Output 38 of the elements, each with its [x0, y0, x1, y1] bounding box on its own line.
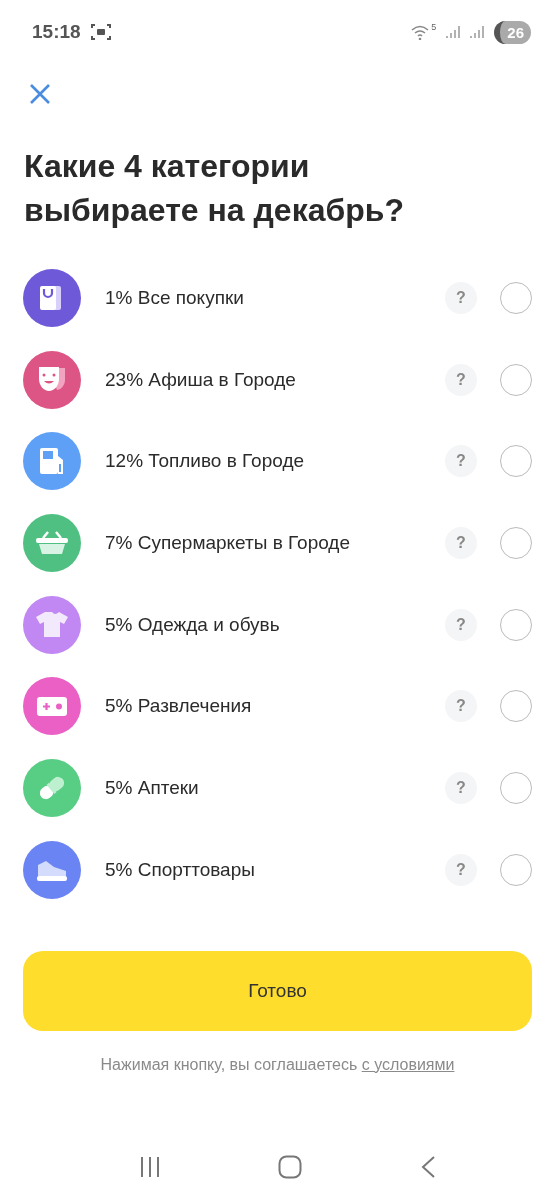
radio-button[interactable] — [500, 281, 532, 314]
help-button[interactable]: ? — [445, 771, 477, 804]
help-button[interactable]: ? — [445, 445, 477, 478]
radio-button[interactable] — [500, 771, 532, 804]
category-label: 12% Топливо в Городе — [105, 450, 306, 473]
radio-button[interactable] — [500, 363, 532, 396]
category-label: 7% Супермаркеты в Городе — [105, 531, 351, 554]
category-label: 5% Спорттовары — [105, 858, 256, 881]
back-icon[interactable] — [420, 1155, 437, 1179]
home-icon[interactable] — [278, 1155, 303, 1179]
help-button[interactable]: ? — [445, 281, 477, 314]
terms-link[interactable]: с условиями — [361, 1055, 455, 1073]
close-icon — [29, 83, 51, 105]
signal-icon — [470, 25, 485, 39]
category-label: 23% Афиша в Городе — [105, 368, 297, 391]
footnote-text: Нажимая кнопку, вы соглашаетесь — [100, 1055, 358, 1073]
screenshot-icon — [90, 23, 111, 41]
done-button[interactable]: Готово — [23, 950, 532, 1031]
radio-button[interactable] — [500, 608, 532, 641]
category-label: 5% Развлечения — [105, 695, 253, 718]
network-type-label: 5 — [431, 22, 437, 32]
help-button[interactable]: ? — [445, 526, 477, 559]
help-button[interactable]: ? — [445, 853, 477, 886]
category-label: 5% Одежда и обувь — [105, 613, 281, 636]
status-time: 15:18 — [32, 21, 81, 43]
radio-button[interactable] — [500, 690, 532, 723]
radio-button[interactable] — [500, 445, 532, 478]
help-button[interactable]: ? — [445, 363, 477, 396]
help-button[interactable]: ? — [445, 608, 477, 641]
category-label: 1% Все покупки — [105, 286, 245, 309]
battery-indicator: 26 — [494, 20, 531, 44]
signal-icon — [446, 25, 461, 39]
page-title: Какие 4 категории выбираете на декабрь? — [24, 147, 405, 230]
help-button[interactable]: ? — [445, 690, 477, 723]
category-label: 5% Аптеки — [105, 776, 200, 799]
radio-button[interactable] — [500, 853, 532, 886]
radio-button[interactable] — [500, 526, 532, 559]
recent-apps-icon[interactable] — [138, 1156, 161, 1178]
